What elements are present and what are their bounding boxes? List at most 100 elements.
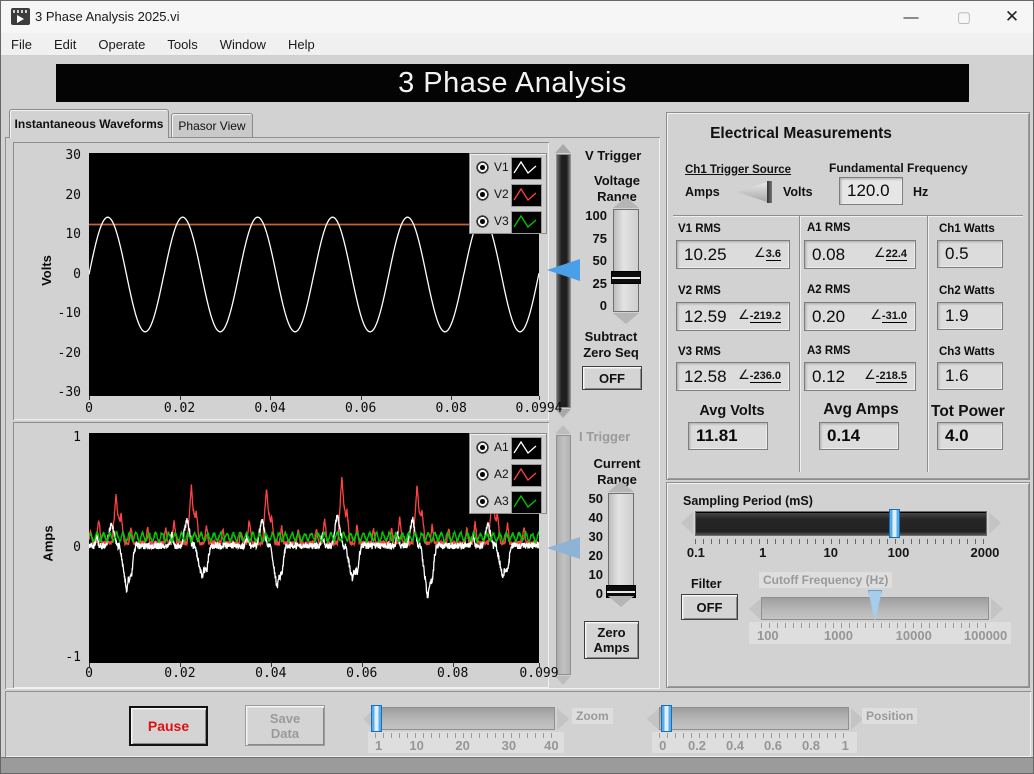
legend-item-a2[interactable]: A2 [470,461,546,488]
menu-operate[interactable]: Operate [98,37,145,52]
scale-label: 20 [563,548,603,563]
legend-item-v3[interactable]: V3 [470,208,546,235]
sampling-ticks [695,539,987,544]
menu-edit[interactable]: Edit [54,37,76,52]
maximize-icon[interactable]: ▢ [941,1,987,33]
voltage-range-label-1: Voltage [579,173,655,188]
trigger-source-switch-pointer [737,182,767,202]
current-range-track[interactable] [608,493,634,595]
position-handle[interactable] [661,705,672,732]
subtract-zero-seq-label-1: Subtract [573,329,649,344]
tab-phasor-view[interactable]: Phasor View [171,113,253,137]
angle-icon: ∠ [738,367,750,382]
window-title: 3 Phase Analysis 2025.vi [35,9,180,24]
legend-line-sample [511,211,542,234]
menu-file[interactable]: File [11,37,32,52]
v1-rms-label: V1 RMS [678,223,721,235]
legend-label: V1 [494,160,509,174]
zero-amps-button[interactable]: Zero Amps [584,621,639,659]
voltage-range-handle[interactable] [611,271,641,284]
x-axis-tick: 0.06 [332,666,392,681]
position-track[interactable] [659,707,849,730]
scale-label: 0 [563,586,603,601]
subtract-zero-seq-label-2: Zero Seq [573,345,649,360]
trace-a3 [89,532,539,543]
a1-rms-value: 0.08 ∠22.4 [804,240,916,269]
close-icon[interactable]: ✕ [989,1,1034,33]
scale-label: 1 [842,738,849,753]
legend-line-sample [511,184,542,207]
voltage-range-label-2: Range [579,189,655,204]
scale-label: 0.1 [687,545,705,560]
ch1-watts-value: 0.5 [937,240,1003,268]
fundamental-frequency-label: Fundamental Frequency [829,161,968,175]
fundamental-frequency-unit: Hz [913,185,928,199]
ch3-watts-label: Ch3 Watts [939,346,995,358]
ch3-watts-value: 1.6 [937,362,1003,390]
scale-label: 0.8 [802,738,820,753]
sampling-handle[interactable] [889,509,900,538]
plot-visibility-checkbox[interactable] [476,215,489,228]
measurements-divider-v1 [799,216,800,472]
tot-power-value: 4.0 [937,422,1003,450]
position-slider-label: Position [862,708,917,724]
x-axis-tick: 0.08 [421,401,481,416]
fundamental-frequency-field[interactable]: 120.0 [839,177,903,205]
x-axis-tick-mark [180,396,181,400]
avg-amps-label: Avg Amps [801,401,921,419]
x-axis-tick-mark [362,663,363,667]
scale-label: 100 [567,208,607,223]
y-axis-tick: 20 [39,188,81,203]
cutoff-frequency-label: Cutoff Frequency (Hz) [759,572,892,588]
voltage-range-track[interactable] [613,209,639,312]
labview-icon [11,8,30,25]
filter-off-button[interactable]: OFF [681,594,738,620]
a2-rms-label: A2 RMS [807,284,850,296]
x-axis-tick-mark [271,663,272,667]
legend-label: A3 [494,494,509,508]
tot-power-label: Tot Power [931,403,1005,421]
v1-rms-value: 10.25 ∠3.6 [676,240,790,269]
legend-line-sample [511,491,542,514]
legend-item-v2[interactable]: V2 [470,181,546,208]
a1-rms-label: A1 RMS [807,222,850,234]
v2-rms-label: V2 RMS [678,285,721,297]
x-axis-tick-mark [453,663,454,667]
x-axis-tick: 0.04 [241,666,301,681]
minimize-icon[interactable]: — [888,1,934,33]
trigger-source-switch[interactable] [737,181,779,203]
legend-item-a3[interactable]: A3 [470,488,546,515]
sampling-scale: 0.11101002000 [695,545,987,559]
menu-tools[interactable]: Tools [167,37,197,52]
menu-help[interactable]: Help [288,37,315,52]
scale-label: 0 [567,298,607,313]
scale-label: 30 [502,738,516,753]
x-axis-tick: 0 [59,401,119,416]
subtract-zero-seq-button[interactable]: OFF [582,366,642,390]
legend-item-a1[interactable]: A1 [470,434,546,461]
y-axis-tick: -20 [39,346,81,361]
trigger-source-switch-bar [767,181,772,203]
plot-visibility-checkbox[interactable] [476,188,489,201]
x-axis-tick-mark [539,396,540,400]
plot-visibility-checkbox[interactable] [476,468,489,481]
menu-window[interactable]: Window [220,37,266,52]
legend-item-v1[interactable]: V1 [470,154,546,181]
x-axis-tick: 0.06 [331,401,391,416]
zoom-handle[interactable] [371,705,382,732]
x-axis-tick: 0.02 [150,666,210,681]
plot-visibility-checkbox[interactable] [476,495,489,508]
sampling-track[interactable] [695,511,987,536]
x-axis-tick-mark [451,396,452,400]
scale-label: 20 [455,738,469,753]
legend-line-sample [511,464,542,487]
save-data-button[interactable]: Save Data [245,705,325,746]
zoom-track[interactable] [375,707,555,730]
pause-button[interactable]: Pause [129,706,208,746]
x-axis-tick: 0.0994 [509,401,569,416]
plot-visibility-checkbox[interactable] [476,161,489,174]
plot-visibility-checkbox[interactable] [476,441,489,454]
tab-instantaneous-waveforms[interactable]: Instantaneous Waveforms [9,109,169,138]
x-axis-tick: 0.04 [240,401,300,416]
scale-label: 0 [659,738,666,753]
